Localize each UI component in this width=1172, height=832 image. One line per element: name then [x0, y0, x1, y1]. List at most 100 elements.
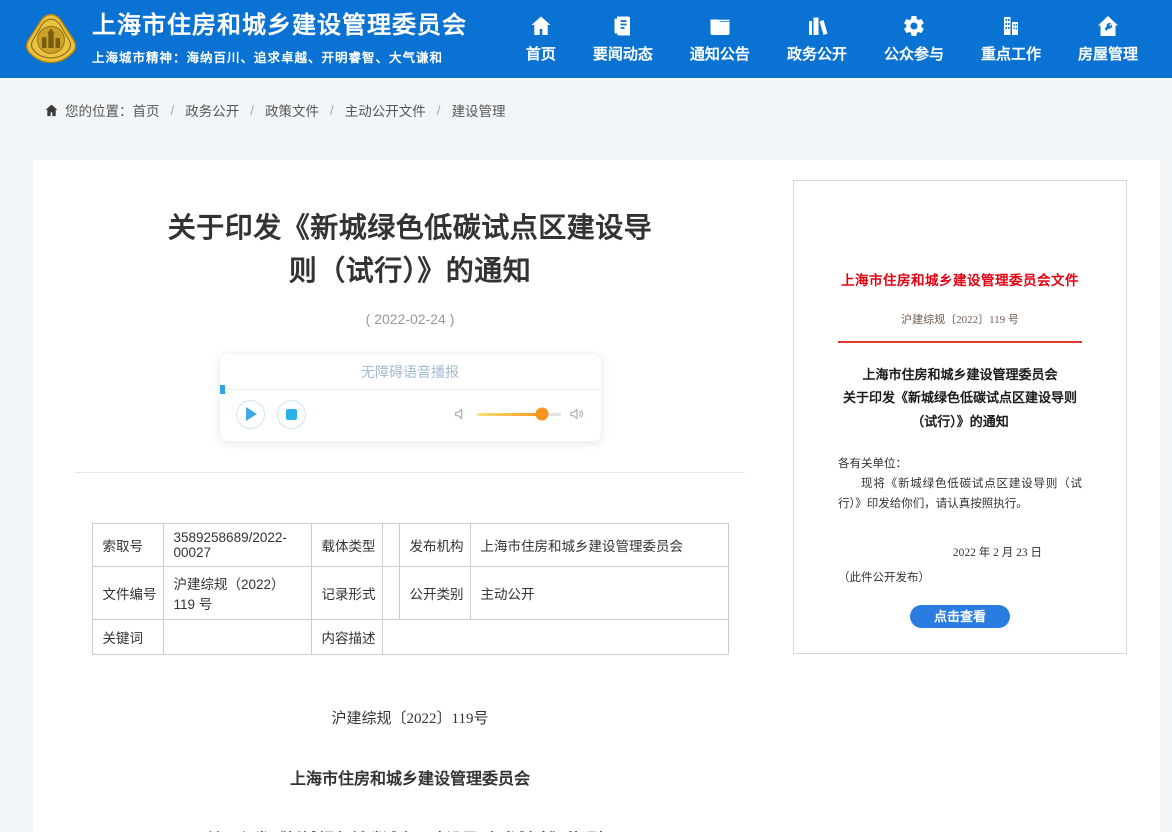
gear-icon — [902, 14, 926, 38]
nav-item-key-work[interactable]: 重点工作 — [981, 14, 1041, 64]
meta-label: 公开类别 — [399, 566, 470, 619]
nav-label: 政务公开 — [787, 43, 847, 64]
meta-label: 关键词 — [92, 619, 163, 654]
preview-title-line: 上海市住房和城乡建设管理委员会 — [794, 363, 1126, 386]
nav-label: 房屋管理 — [1078, 43, 1138, 64]
nav-item-notices[interactable]: 通知公告 — [690, 14, 750, 64]
meta-value — [382, 566, 399, 619]
meta-label: 发布机构 — [399, 523, 470, 566]
breadcrumb-prefix: 您的位置： — [65, 100, 133, 120]
nav-item-gov-info[interactable]: 政务公开 — [787, 14, 847, 64]
site-brand[interactable]: 上海市住房和城乡建设管理委员会 上海城市精神：海纳百川、追求卓越、开明睿智、大气… — [24, 12, 467, 66]
home-icon — [529, 14, 553, 38]
volume-fill — [477, 413, 543, 416]
site-logo-icon — [24, 12, 78, 66]
preview-date: 2022 年 2 月 23 日 — [794, 544, 1042, 560]
play-button[interactable] — [236, 400, 265, 429]
nav-item-news[interactable]: 要闻动态 — [593, 14, 653, 64]
site-subtitle: 上海城市精神：海纳百川、追求卓越、开明睿智、大气谦和 — [92, 47, 467, 66]
site-title: 上海市住房和城乡建设管理委员会 — [92, 12, 467, 41]
audio-player: 无障碍语音播报 — [219, 353, 602, 442]
meta-value — [382, 619, 728, 654]
breadcrumb-item-gov-info[interactable]: 政务公开 — [185, 100, 239, 120]
meta-label: 记录形式 — [311, 566, 382, 619]
audio-progress-handle[interactable] — [220, 385, 225, 394]
document-preview-card: 上海市住房和城乡建设管理委员会文件 沪建综规〔2022〕119 号 上海市住房和… — [793, 180, 1127, 654]
meta-value: 沪建综规（2022）119 号 — [163, 566, 311, 619]
meta-label: 内容描述 — [311, 619, 382, 654]
preview-title: 上海市住房和城乡建设管理委员会 关于印发《新城绿色低碳试点区建设导则 （试行）》… — [794, 363, 1126, 433]
meta-value — [163, 619, 311, 654]
document-issuer: 上海市住房和城乡建设管理委员会 — [75, 765, 745, 789]
preview-title-line: （试行）》的通知 — [794, 410, 1126, 433]
nav-item-housing[interactable]: 房屋管理 — [1078, 14, 1138, 64]
preview-note: （此件公开发布） — [838, 569, 1082, 585]
meta-value: 上海市住房和城乡建设管理委员会 — [470, 523, 728, 566]
site-header: 上海市住房和城乡建设管理委员会 上海城市精神：海纳百川、追求卓越、开明睿智、大气… — [0, 0, 1172, 78]
audio-progress-bar[interactable] — [220, 389, 601, 390]
publish-date: ( 2022-02-24 ) — [75, 311, 745, 327]
house-wrench-icon — [1096, 14, 1120, 38]
breadcrumb-home-icon — [44, 103, 59, 118]
table-row: 索取号 3589258689/2022-00027 载体类型 发布机构 上海市住… — [92, 523, 728, 566]
table-row: 文件编号 沪建综规（2022）119 号 记录形式 公开类别 主动公开 — [92, 566, 728, 619]
preview-title-line: 关于印发《新城绿色低碳试点区建设导则 — [794, 386, 1126, 409]
meta-value: 3589258689/2022-00027 — [163, 523, 311, 566]
breadcrumb: 您的位置： 首页 / 政务公开 / 政策文件 / 主动公开文件 / 建设管理 — [0, 78, 1172, 134]
breadcrumb-separator: / — [437, 103, 441, 118]
volume-high-icon — [569, 406, 585, 422]
document-meta-table: 索取号 3589258689/2022-00027 载体类型 发布机构 上海市住… — [92, 523, 729, 655]
volume-knob[interactable] — [536, 408, 549, 421]
meta-value — [382, 523, 399, 566]
content-card: 关于印发《新城绿色低碳试点区建设导则（试行）》的通知 ( 2022-02-24 … — [33, 160, 1160, 832]
document-number: 沪建综规〔2022〕119号 — [75, 707, 745, 728]
nav-label: 首页 — [526, 43, 556, 64]
nav-item-participation[interactable]: 公众参与 — [884, 14, 944, 64]
meta-value: 主动公开 — [470, 566, 728, 619]
audio-controls — [220, 390, 601, 441]
download-label: 文件下载 — [945, 651, 1009, 654]
nav-item-home[interactable]: 首页 — [526, 14, 556, 64]
volume-control — [453, 406, 585, 422]
table-row: 关键词 内容描述 — [92, 619, 728, 654]
volume-slider[interactable] — [477, 413, 561, 416]
document-body: 沪建综规〔2022〕119号 上海市住房和城乡建设管理委员会 关于印发《新城绿色… — [75, 707, 745, 832]
document-title: 关于印发《新城绿色低碳试点区建设导则（试行）》的通知 — [75, 826, 745, 832]
news-icon — [611, 14, 635, 38]
nav-label: 要闻动态 — [593, 43, 653, 64]
meta-label: 文件编号 — [92, 566, 163, 619]
download-icon — [911, 653, 931, 654]
page-title: 关于印发《新城绿色低碳试点区建设导则（试行）》的通知 — [160, 206, 660, 293]
meta-label: 载体类型 — [311, 523, 382, 566]
stop-button[interactable] — [277, 400, 306, 429]
view-document-button[interactable]: 点击查看 — [910, 605, 1010, 628]
preview-salutation: 各有关单位： — [838, 455, 1082, 471]
site-title-block: 上海市住房和城乡建设管理委员会 上海城市精神：海纳百川、追求卓越、开明睿智、大气… — [92, 12, 467, 66]
article-column: 关于印发《新城绿色低碳试点区建设导则（试行）》的通知 ( 2022-02-24 … — [75, 160, 745, 832]
nav-label: 重点工作 — [981, 43, 1041, 64]
breadcrumb-separator: / — [330, 103, 334, 118]
preview-doc-number: 沪建综规〔2022〕119 号 — [794, 311, 1126, 327]
breadcrumb-item-policy-files[interactable]: 政策文件 — [265, 100, 319, 120]
volume-low-icon — [453, 406, 469, 422]
preview-red-divider — [838, 341, 1082, 343]
section-divider — [75, 472, 745, 473]
main-nav: 首页 要闻动态 通知公告 政务公开 公众参与 重点工作 房屋管理 — [526, 14, 1150, 64]
nav-label: 通知公告 — [690, 43, 750, 64]
breadcrumb-separator: / — [250, 103, 254, 118]
meta-label: 索取号 — [92, 523, 163, 566]
building-icon — [999, 14, 1023, 38]
preview-red-header: 上海市住房和城乡建设管理委员会文件 — [794, 269, 1126, 289]
audio-player-title: 无障碍语音播报 — [220, 354, 601, 389]
breadcrumb-item-construction-mgmt[interactable]: 建设管理 — [452, 100, 506, 120]
preview-paragraph: 现将《新城绿色低碳试点区建设导则（试行）》印发给你们，请认真按照执行。 — [838, 474, 1082, 514]
document-preview-column: 上海市住房和城乡建设管理委员会文件 沪建综规〔2022〕119 号 上海市住房和… — [793, 180, 1127, 832]
breadcrumb-item-open-files[interactable]: 主动公开文件 — [345, 100, 426, 120]
breadcrumb-item-home[interactable]: 首页 — [133, 100, 160, 120]
play-icon — [246, 407, 257, 421]
breadcrumb-separator: / — [171, 103, 175, 118]
file-download-link[interactable]: 文件下载 — [794, 651, 1126, 654]
stop-icon — [286, 409, 297, 420]
nav-label: 公众参与 — [884, 43, 944, 64]
books-icon — [805, 14, 829, 38]
